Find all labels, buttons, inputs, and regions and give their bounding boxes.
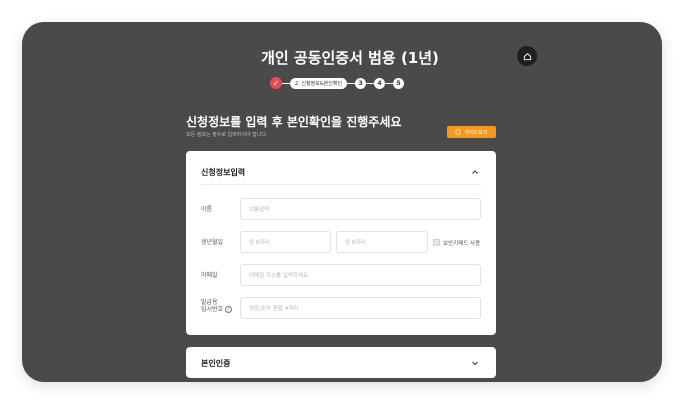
chevron-up-icon[interactable] xyxy=(470,167,480,177)
book-icon xyxy=(456,129,461,135)
verify-card[interactable]: 본인인증 xyxy=(186,347,496,378)
pin-input[interactable]: 영문/숫자 혼합 4자리 xyxy=(240,297,481,319)
step-1-done: ✓ xyxy=(270,77,282,89)
section-heading: 신청정보를 입력 후 본인확인을 진행주세요 xyxy=(186,115,402,129)
name-input[interactable]: 이름입력 xyxy=(240,198,481,220)
email-input[interactable]: 이메일 주소를 입력하세요 xyxy=(240,264,481,286)
section-subheading: 모든 정보는 필수로 입력하셔야 합니다. xyxy=(186,132,268,138)
step-5: 5 xyxy=(393,77,405,89)
birth-front-input[interactable]: 앞 6자리 xyxy=(240,231,331,253)
step-2-current: 2. 신청정보&본인확인 xyxy=(290,77,348,89)
form-title: 신청정보입력 xyxy=(201,168,246,177)
step-indicator: ✓ 2. 신청정보&본인확인 3 4 5 xyxy=(270,76,405,90)
secure-keypad-checkbox[interactable] xyxy=(433,239,440,246)
verify-title: 본인인증 xyxy=(201,359,231,368)
step-connector xyxy=(385,82,394,84)
guide-button[interactable]: 가이드보기 xyxy=(447,126,496,138)
birth-back-input[interactable]: 앞 6자리 xyxy=(336,231,428,253)
birth-label: 생년월일 xyxy=(201,239,224,246)
info-icon[interactable]: ? xyxy=(225,306,233,313)
name-label: 이름 xyxy=(201,206,213,213)
form-divider xyxy=(201,184,481,185)
page-title: 개인 공동인증서 범용 (1년) xyxy=(261,49,439,67)
email-label: 이메일 xyxy=(201,272,218,279)
step-connector xyxy=(366,82,375,84)
pin-label-text: 임시번호 xyxy=(201,306,224,313)
secure-keypad-label: 보안키패드 사용 xyxy=(443,241,481,247)
check-icon: ✓ xyxy=(272,78,280,88)
pin-label: 발급용 임시번호? xyxy=(201,299,233,313)
guide-button-label: 가이드보기 xyxy=(464,129,488,136)
pin-label-line2: 임시번호? xyxy=(201,306,233,313)
step-connector xyxy=(347,82,356,84)
chevron-down-icon[interactable] xyxy=(470,358,480,368)
step-3: 3 xyxy=(355,77,367,89)
step-connector xyxy=(282,82,290,84)
application-form-card: 신청정보입력 이름 이름입력 생년월일 앞 6자리 앞 6자리 보안키패드 사용… xyxy=(186,151,496,335)
step-4: 4 xyxy=(374,77,386,89)
pin-label-line1: 발급용 xyxy=(201,299,218,306)
